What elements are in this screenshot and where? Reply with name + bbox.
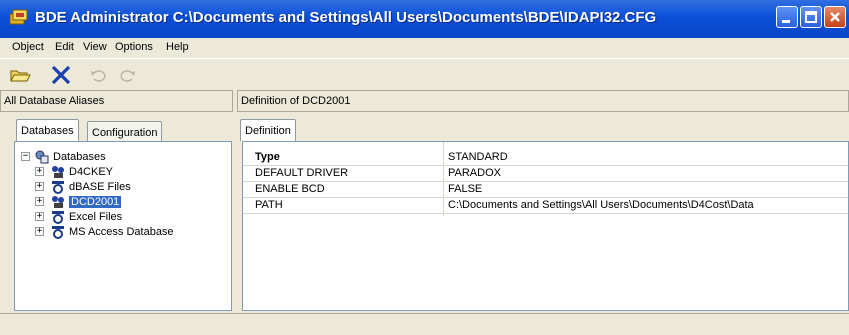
tree-item-ms-access[interactable]: + MS Access Database (15, 225, 215, 239)
menu-options[interactable]: Options (115, 41, 153, 53)
minimize-button[interactable] (776, 6, 798, 28)
status-bar (0, 313, 849, 335)
tree-item-label-selected: DCD2001 (69, 196, 122, 208)
db-icon (52, 211, 64, 224)
menu-edit[interactable]: Edit (55, 41, 74, 53)
definition-grid[interactable]: Type STANDARD DEFAULT DRIVER PARADOX ENA… (242, 141, 849, 311)
window-title: BDE Administrator C:\Documents and Setti… (35, 9, 657, 26)
maximize-button[interactable] (800, 6, 822, 28)
expand-icon[interactable]: + (35, 212, 44, 221)
tree-item-label: dBASE Files (69, 181, 131, 193)
right-pane-header: Definition of DCD2001 (237, 90, 849, 112)
definition-row-default-driver[interactable]: DEFAULT DRIVER PARADOX (243, 166, 848, 181)
redo-icon[interactable] (116, 65, 138, 85)
property-value[interactable]: STANDARD (448, 151, 508, 163)
row-divider (243, 213, 848, 214)
tree-root[interactable]: − Databases (15, 150, 215, 164)
title-bar[interactable]: BDE Administrator C:\Documents and Setti… (0, 0, 849, 38)
tree-item-d4ckey[interactable]: + D4CKEY (15, 165, 215, 179)
minimize-icon (782, 20, 790, 23)
property-value[interactable]: C:\Documents and Settings\All Users\Docu… (448, 199, 754, 211)
close-button[interactable] (824, 6, 846, 28)
databases-root-icon (35, 150, 49, 164)
open-folder-icon[interactable] (9, 65, 31, 85)
toolbar (0, 58, 849, 90)
menu-object[interactable]: Object (12, 41, 44, 53)
tree-root-label: Databases (53, 151, 106, 163)
tree-item-dbase-files[interactable]: + dBASE Files (15, 180, 215, 194)
db-icon (52, 181, 64, 194)
tab-definition[interactable]: Definition (240, 119, 296, 141)
undo-icon[interactable] (88, 65, 110, 85)
left-pane-header: All Database Aliases (0, 90, 233, 112)
property-value[interactable]: PARADOX (448, 167, 501, 179)
bde-app-icon (9, 9, 28, 25)
property-value[interactable]: FALSE (448, 183, 482, 195)
expand-icon[interactable]: + (35, 167, 44, 176)
tab-databases[interactable]: Databases (16, 119, 79, 141)
expand-icon[interactable]: + (35, 227, 44, 236)
expand-icon[interactable]: + (35, 197, 44, 206)
collapse-icon[interactable]: − (21, 152, 30, 161)
tree-item-excel-files[interactable]: + Excel Files (15, 210, 215, 224)
property-name: DEFAULT DRIVER (255, 167, 349, 179)
tree-item-label: Excel Files (69, 211, 123, 223)
alias-icon (52, 196, 64, 208)
menu-help[interactable]: Help (166, 41, 189, 53)
property-name: ENABLE BCD (255, 183, 325, 195)
expand-icon[interactable]: + (35, 182, 44, 191)
property-name: PATH (255, 199, 283, 211)
close-icon (830, 12, 840, 22)
tab-configuration[interactable]: Configuration (87, 121, 163, 141)
tree-item-label: MS Access Database (69, 226, 174, 238)
delete-x-icon[interactable] (50, 65, 72, 85)
alias-icon (52, 166, 64, 178)
menu-view[interactable]: View (83, 41, 107, 53)
menu-bar: Object Edit View Options Help (0, 38, 849, 58)
definition-row-enable-bcd[interactable]: ENABLE BCD FALSE (243, 182, 848, 197)
definition-row-path[interactable]: PATH C:\Documents and Settings\All Users… (243, 198, 848, 213)
maximize-icon (805, 11, 817, 23)
property-name: Type (255, 151, 280, 163)
definition-row-type[interactable]: Type STANDARD (243, 150, 848, 165)
database-tree-panel[interactable]: − Databases + D4CKEY + dBASE Files + DCD… (14, 141, 232, 311)
db-icon (52, 226, 64, 239)
tree-item-dcd2001[interactable]: + DCD2001 (15, 195, 215, 209)
tree-item-label: D4CKEY (69, 166, 114, 178)
